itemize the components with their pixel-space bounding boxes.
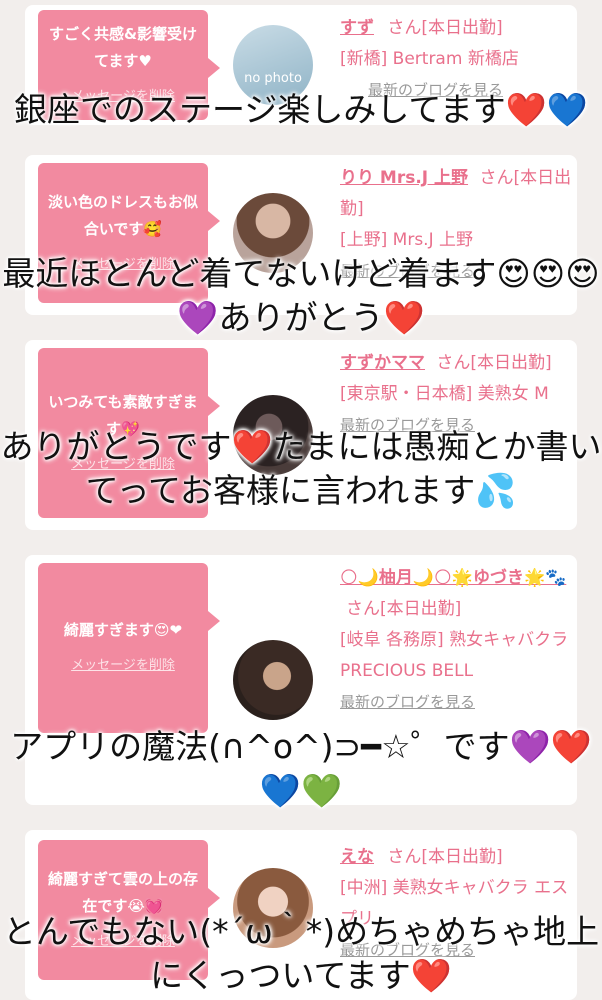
no-photo-label: no photo (244, 71, 302, 86)
cast-status: さん[本日出勤] (346, 599, 462, 619)
shop-name: [東京駅・日本橋] 美熟女 M (340, 384, 549, 404)
message-text: 淡い色のドレスもお似合いです🥰 (47, 192, 198, 238)
latest-blog-link[interactable]: 最新のブログを見る (340, 693, 475, 711)
overlay-caption: アプリの魔法(∩^o^)⊃━☆゜です💜❤️💙💚 (10, 727, 592, 810)
cast-status: さん[本日出勤] (387, 18, 503, 38)
cast-name-link[interactable]: すず (340, 18, 374, 38)
cast-status: さん[本日出勤] (436, 353, 552, 373)
message-bubble: 綺麗すぎます😍❤ メッセージを削除 (38, 563, 220, 733)
overlay-caption: ありがとうです❤️たまには愚痴とか書いてってお客様に言われます💦 (0, 427, 602, 510)
message-text: すごく共感&影響受けてます♥ (48, 24, 198, 70)
overlay-caption: とんでもない(*´ω｀*)めちゃめちゃ地上にくっついてます❤️ (2, 912, 600, 995)
overlay-caption: 最近ほとんど着てないけど着ます😍😍😍💜ありがとう❤️ (2, 254, 600, 337)
cast-name-link[interactable]: すずかママ (340, 353, 425, 373)
cast-name-link[interactable]: 🌕🌙柚月🌙🌕🌟ゆづき🌟🐾 (340, 568, 566, 588)
shop-name: [新橋] Bertram 新橋店 (340, 49, 519, 69)
message-text: 綺麗すぎます😍❤ (63, 621, 183, 639)
cast-status: さん[本日出勤] (387, 847, 503, 867)
shop-name: [岐阜 各務原] 熟女キャバクラ PRECIOUS BELL (340, 630, 569, 681)
cast-info: 🌕🌙柚月🌙🌕🌟ゆづき🌟🐾 さん[本日出勤] [岐阜 各務原] 熟女キャバクラ P… (340, 563, 572, 718)
overlay-caption: 銀座でのステージ楽しみしてます❤️💙 (14, 90, 588, 129)
cast-name-link[interactable]: えな (340, 847, 374, 867)
avatar[interactable] (233, 640, 313, 720)
shop-name: [上野] Mrs.J 上野 (340, 230, 474, 250)
delete-message-link[interactable]: メッセージを削除 (44, 652, 202, 679)
cast-name-link[interactable]: りり Mrs.J 上野 (340, 168, 468, 188)
